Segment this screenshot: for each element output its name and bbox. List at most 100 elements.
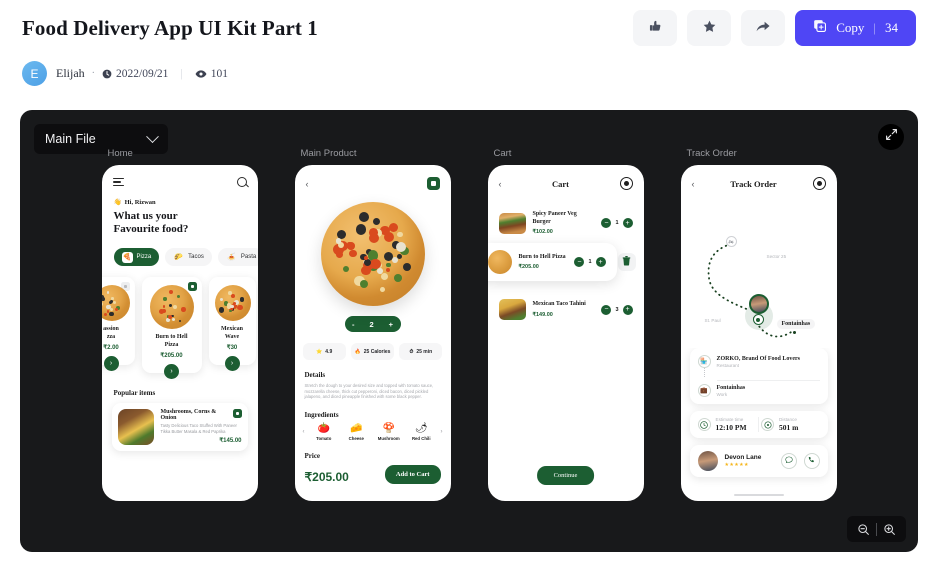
phone-track-order[interactable]: ‹ Track Order 🏍 Sector 25 St. Paul Fonta… (681, 165, 837, 501)
star-icon (702, 19, 717, 37)
chevron-left-icon[interactable]: ‹ (306, 179, 309, 189)
price-value: 205.00 (312, 470, 349, 484)
food-name-line2: zza (102, 334, 129, 342)
meta-separator-dot: · (92, 68, 95, 79)
phone-cart[interactable]: ‹ Cart Spicy Paneer Veg Burger ₹102.00 −… (488, 165, 644, 501)
ingredient-cheese-label: Cheese (343, 436, 370, 441)
track-title: Track Order (730, 179, 776, 189)
quantity-value: 1 (588, 259, 591, 265)
stops-connector (704, 368, 820, 377)
price-title: Price (305, 452, 451, 460)
cart-item-name: Mexican Taco Tahini (533, 301, 595, 309)
food-card-main-name: Burn to Hell Pizza (148, 334, 196, 349)
locate-icon[interactable] (813, 177, 826, 190)
food-card-next-action[interactable]: › (225, 356, 240, 371)
chevron-left-icon[interactable]: ‹ (499, 179, 502, 189)
continue-button[interactable]: Continue (537, 466, 595, 485)
phone-home[interactable]: 👋 Hi, Rizwan What us your Favourite food… (102, 165, 258, 501)
bookmark-icon[interactable] (233, 409, 242, 418)
quantity-decrease-button[interactable]: − (601, 305, 611, 315)
popular-item-image (118, 409, 154, 445)
quantity-decrease-button[interactable]: − (601, 218, 611, 228)
ingredient-mushroom[interactable]: 🍄 Mushroom (376, 423, 403, 441)
route-stops-card: 🏪 ZORKO, Brand Of Food Lovers Restaurant… (690, 348, 828, 404)
food-image (150, 285, 194, 329)
chevron-down-icon (146, 130, 159, 143)
food-carousel[interactable]: assion zza ₹2.00 › Burn to Hell Pizza ₹2… (102, 277, 258, 373)
phone-main-product[interactable]: ‹ - 2 + ⭐ 4.9 🔥 25 Calories ⏱ 25 min Det… (295, 165, 451, 501)
food-name-line1: assion (102, 326, 129, 334)
favorite-button[interactable] (687, 10, 731, 46)
cart-item-image (488, 250, 512, 274)
quantity-increase-button[interactable]: + (623, 218, 633, 228)
quantity-increase-button[interactable]: + (596, 257, 606, 267)
add-to-cart-button[interactable]: Add to Cart (385, 465, 441, 484)
rupee-symbol: ₹ (305, 470, 313, 484)
quantity-increase-button[interactable]: + (389, 320, 393, 329)
cart-item-quantity[interactable]: − 3 + (601, 305, 632, 315)
quantity-decrease-button[interactable]: - (352, 320, 355, 329)
chevron-right-icon[interactable]: › (441, 429, 443, 435)
cart-item-delete-button[interactable] (618, 253, 636, 271)
delivery-map[interactable]: 🏍 Sector 25 St. Paul Fontainhas (681, 198, 837, 348)
locate-icon[interactable] (620, 177, 633, 190)
food-card-next[interactable]: Mexican Wave ₹30 › (209, 277, 256, 365)
cart-item-row[interactable]: Spicy Paneer Veg Burger ₹102.00 − 1 + (488, 204, 644, 242)
message-driver-button[interactable] (781, 453, 797, 469)
cart-item-row[interactable]: Mexican Taco Tahini ₹149.00 − 3 + (488, 292, 644, 327)
driver-avatar[interactable] (749, 294, 769, 314)
quantity-stepper[interactable]: - 2 + (345, 316, 401, 332)
ingredient-red-chili-label: Red Chili (408, 436, 435, 441)
price-value: 102.00 (536, 229, 553, 235)
quantity-increase-button[interactable]: + (623, 305, 633, 315)
ingredient-tomato[interactable]: 🍅 Tomato (311, 423, 338, 441)
popular-item-card[interactable]: Mushrooms, Corns & Onion Tasty Delicious… (112, 403, 248, 451)
track-topbar: ‹ Track Order (681, 165, 837, 190)
food-card-main[interactable]: Burn to Hell Pizza ₹205.00 › (142, 277, 202, 373)
driver-rating: ★★★★★ (725, 462, 774, 468)
cart-item-row[interactable]: Burn to Hell Pizza ₹205.00 − 1 + (488, 243, 617, 281)
stop-destination-name: Fontainhas (717, 385, 746, 391)
price-value: 149.00 (536, 312, 553, 318)
message-icon (785, 456, 793, 466)
wave-icon: 👋 (114, 198, 122, 206)
food-card-prev-action[interactable]: › (104, 356, 119, 371)
target-icon (761, 418, 774, 431)
copy-label: Copy (836, 20, 864, 36)
search-icon[interactable] (237, 177, 247, 187)
destination-pill: Fontainhas (777, 319, 816, 329)
like-button[interactable] (633, 10, 677, 46)
cart-item-quantity[interactable]: − 1 + (601, 218, 632, 228)
hamburger-menu-icon[interactable] (113, 178, 124, 186)
star-icon: ⭐ (316, 349, 322, 355)
popular-item-price: ₹145.00 (161, 437, 242, 444)
cart-item-quantity[interactable]: − 1 + (574, 257, 605, 267)
ingredient-red-chili[interactable]: 🌶 Red Chili (408, 423, 435, 441)
expand-button[interactable] (878, 124, 904, 150)
quantity-decrease-button[interactable]: − (574, 257, 584, 267)
bookmark-icon[interactable] (427, 177, 440, 190)
ingredient-cheese[interactable]: 🧀 Cheese (343, 423, 370, 441)
share-button[interactable] (741, 10, 785, 46)
frame-label-cart: Cart (488, 148, 644, 159)
frame-main-product: Main Product ‹ - 2 + ⭐ 4.9 🔥 25 Calories… (295, 148, 451, 552)
stat-rating-value: 4.9 (325, 349, 332, 355)
copy-button[interactable]: Copy | 34 (795, 10, 916, 46)
ingredients-row[interactable]: ‹ 🍅 Tomato 🧀 Cheese 🍄 Mushroom 🌶 Red Chi… (303, 423, 443, 441)
file-select-label: Main File (45, 132, 96, 146)
category-chip-pasta[interactable]: 🍝 Pasta (218, 248, 258, 266)
clock-icon (698, 418, 711, 431)
food-card-main-action[interactable]: › (164, 364, 179, 379)
chevron-left-icon[interactable]: ‹ (303, 429, 305, 435)
chevron-left-icon[interactable]: ‹ (692, 179, 695, 189)
frame-home: Home 👋 Hi, Rizwan What us your Favourite… (102, 148, 258, 552)
price-value: 2.00 (107, 345, 119, 351)
cart-item-image (499, 213, 526, 234)
bookmark-icon[interactable] (188, 282, 197, 291)
stops-divider (717, 380, 820, 381)
call-driver-button[interactable] (804, 453, 820, 469)
food-card-prev[interactable]: assion zza ₹2.00 › (102, 277, 135, 365)
category-chip-tacos[interactable]: 🌮 Tacos (165, 248, 212, 266)
category-chip-pizza[interactable]: 🍕 Pizza (114, 248, 160, 266)
food-name-line2: Wave (215, 334, 250, 342)
